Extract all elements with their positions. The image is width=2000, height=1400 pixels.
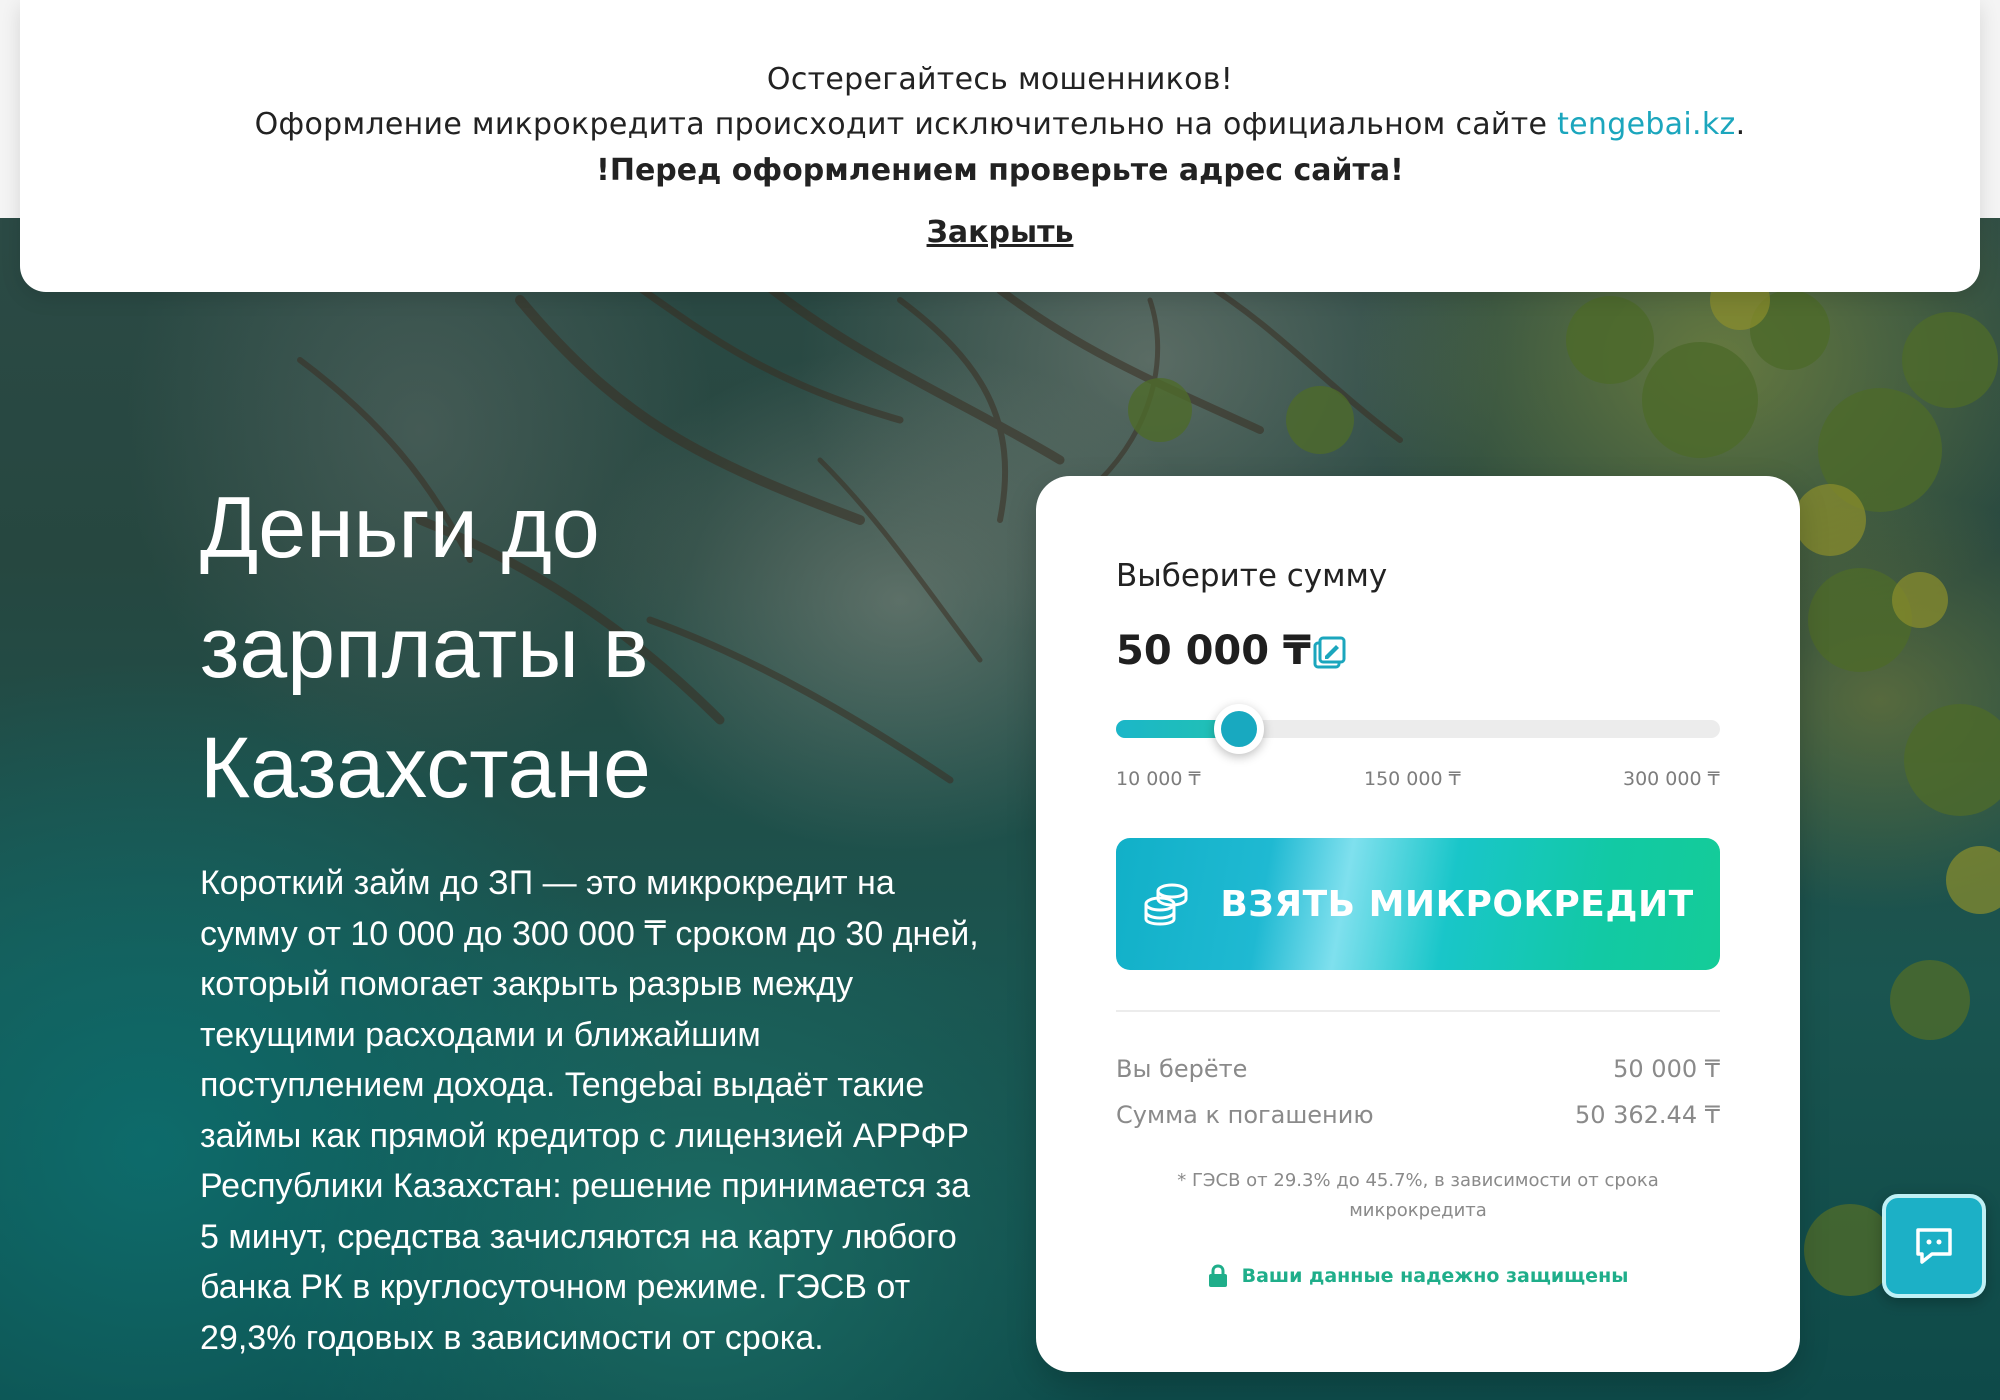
loan-calculator-card: Выберите сумму 50 000 ₸ 10 000 ₸ 150 000… [1036,476,1800,1372]
chat-icon [1916,1228,1952,1264]
slider-tick-mid: 150 000 ₸ [1364,768,1461,790]
official-site-link[interactable]: tengebai.kz [1557,107,1735,142]
amount-slider[interactable] [1116,704,1720,754]
lock-icon [1208,1264,1227,1287]
selected-amount: 50 000 ₸ [1116,628,1311,674]
borrow-label: Вы берёте [1116,1055,1248,1083]
security-text: Ваши данные надежно защищены [1241,1265,1629,1287]
data-security-notice: Ваши данные надежно защищены [1116,1264,1720,1288]
banner-check-address: !Перед оформлением проверьте адрес сайта… [596,153,1404,188]
take-microcredit-button[interactable]: ВЗЯТЬ МИКРОКРЕДИТ [1116,838,1720,970]
repayment-label: Сумма к погашению [1116,1101,1374,1129]
edit-icon[interactable] [1312,636,1346,670]
chat-widget-button[interactable] [1882,1194,1986,1298]
slider-fill [1116,720,1224,738]
amount-label: Выберите сумму [1116,558,1388,594]
repayment-value: 50 362.44 ₸ [1574,1101,1720,1129]
banner-message-end: . [1735,107,1746,142]
take-microcredit-label: ВЗЯТЬ МИКРОКРЕДИТ [1220,883,1694,925]
hero-description: Короткий займ до ЗП — это микрокредит на… [200,864,979,1357]
slider-thumb[interactable] [1213,704,1264,754]
banner-message-text: Оформление микрокредита происходит исклю… [254,107,1558,142]
banner-message: Оформление микрокредита происходит исклю… [20,107,1980,142]
slider-tick-min: 10 000 ₸ [1116,768,1201,790]
fraud-warning-banner: Остерегайтесь мошенников! Оформление мик… [20,0,1980,292]
coins-icon [1144,883,1188,926]
slider-tick-max: 300 000 ₸ [1623,768,1720,790]
hero-title: Деньги до зарплаты в Казахстане [200,480,651,816]
borrow-value: 50 000 ₸ [1613,1055,1720,1083]
banner-close-button[interactable]: Закрыть [900,215,1100,250]
card-divider [1116,1010,1720,1012]
apr-note: * ГЭСВ от 29.3% до 45.7%, в зависимости … [1177,1170,1659,1221]
banner-heading: Остерегайтесь мошенников! [766,62,1234,97]
